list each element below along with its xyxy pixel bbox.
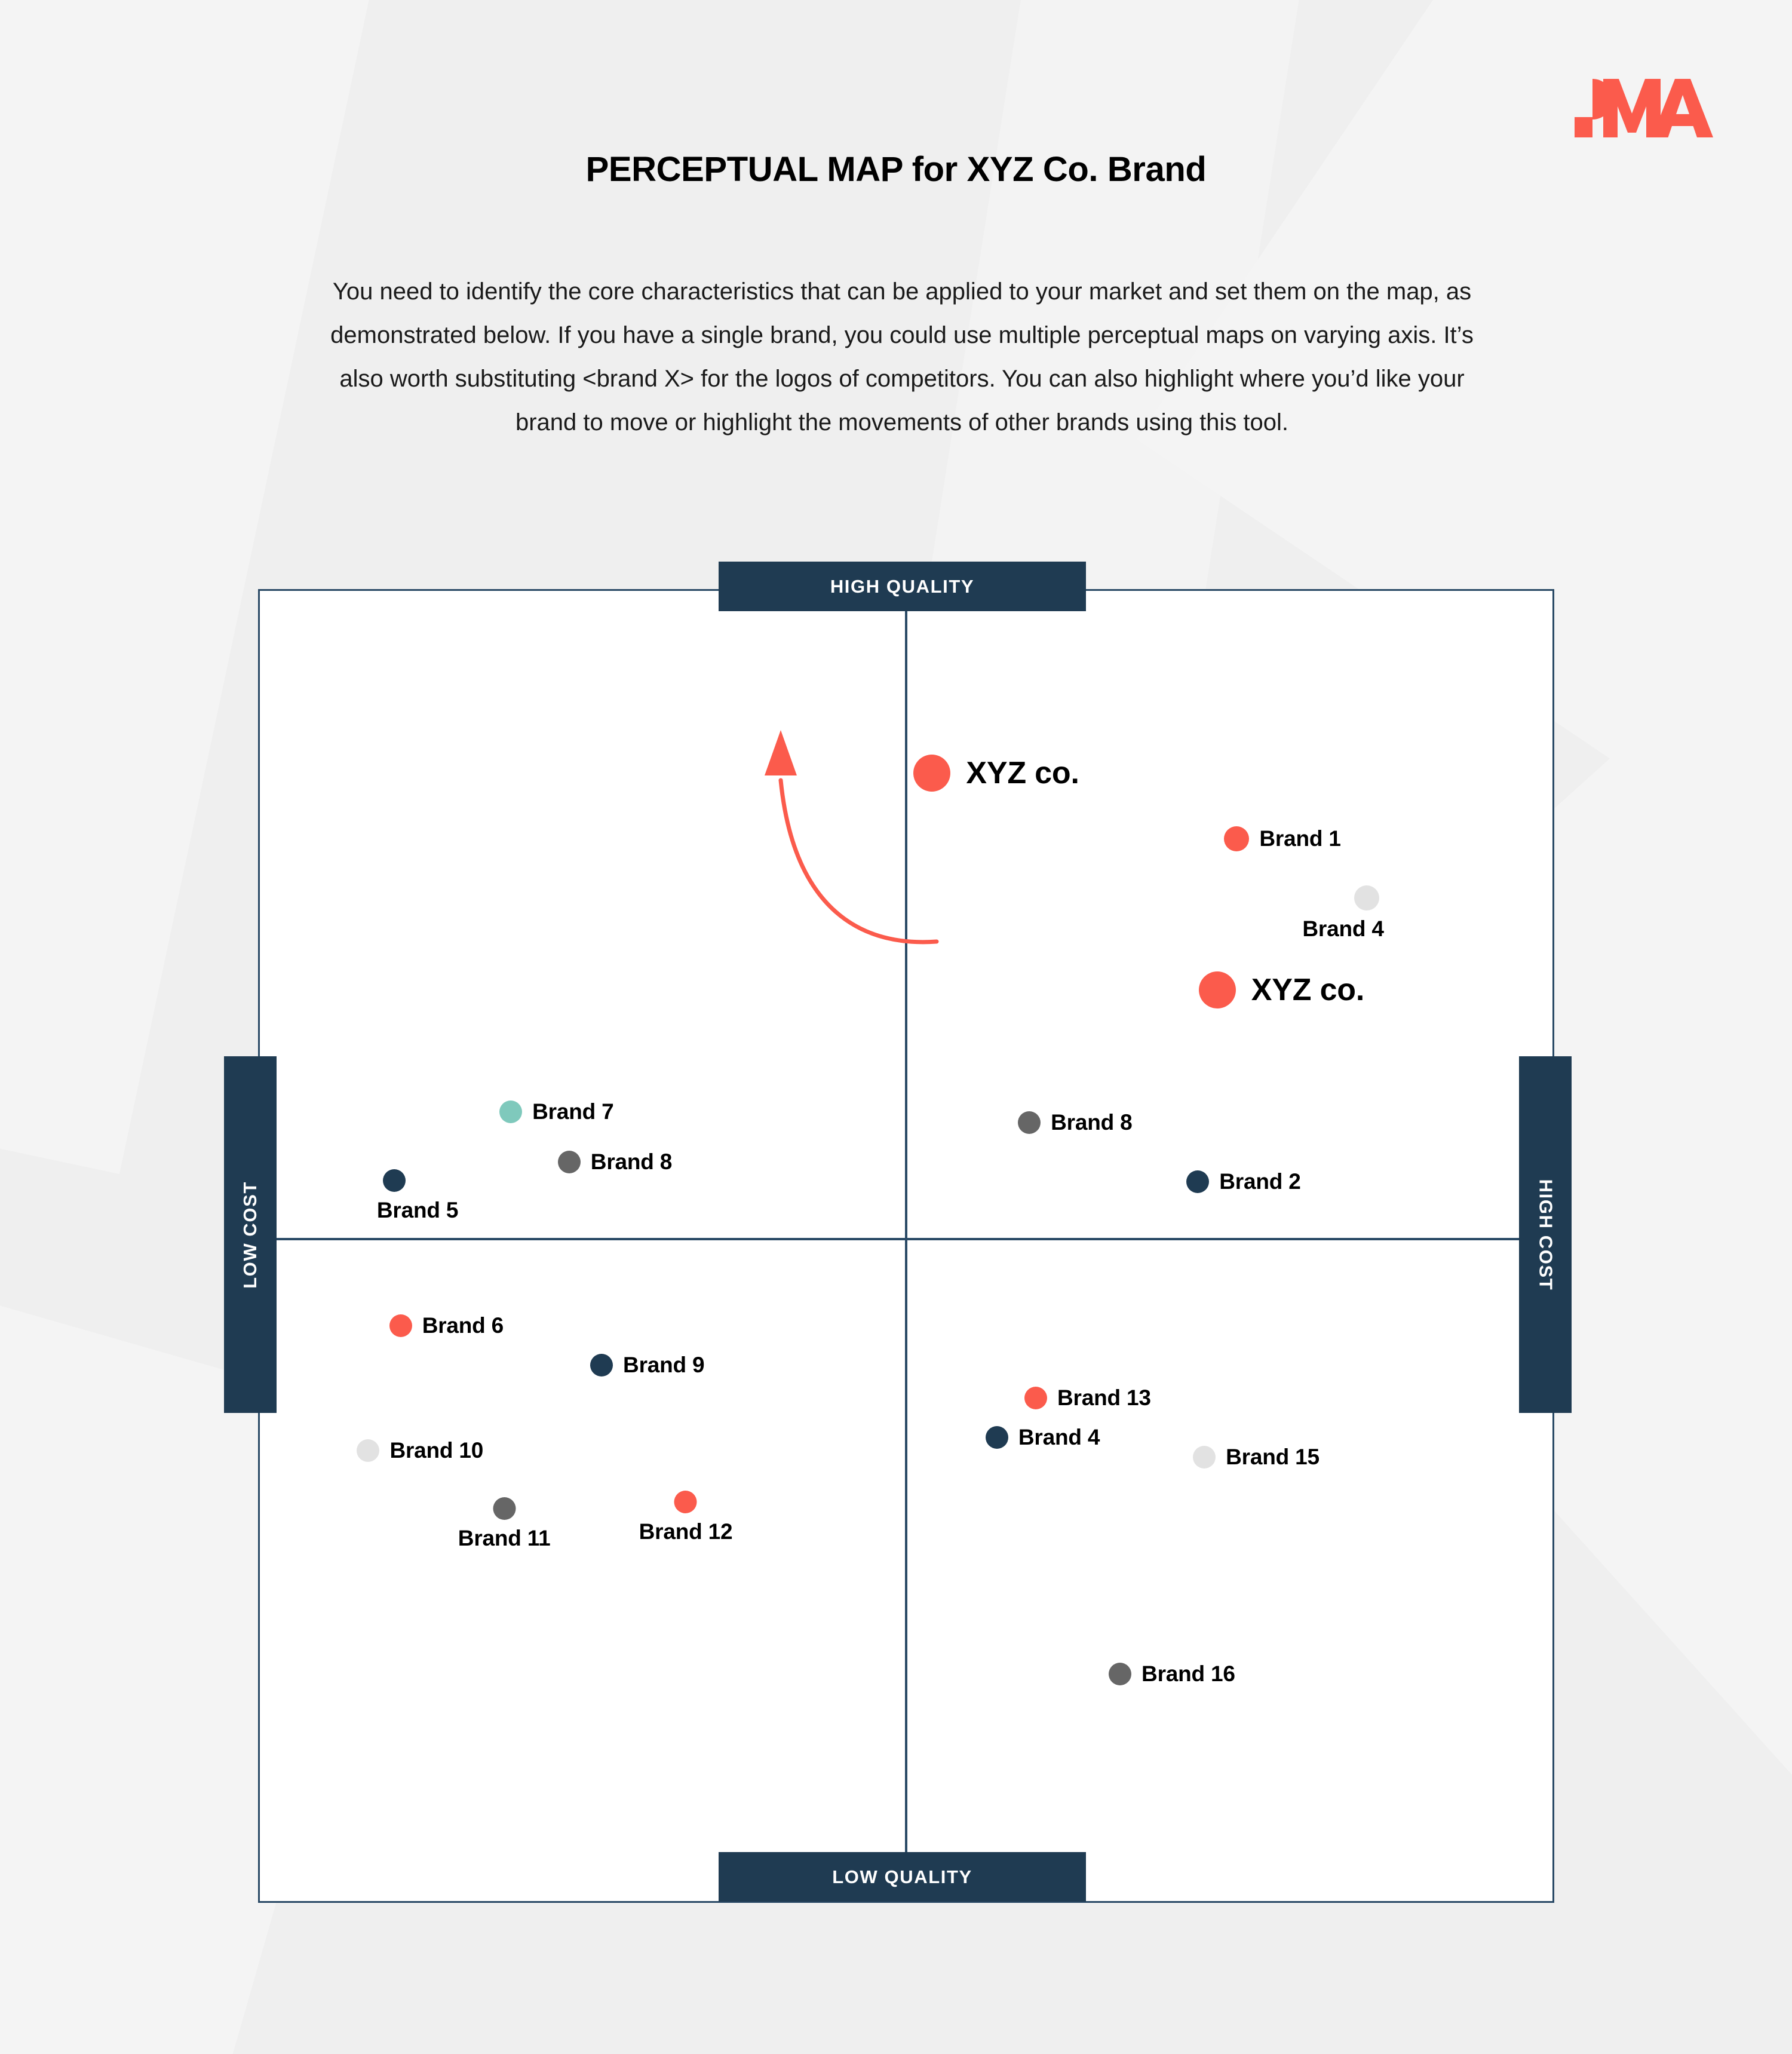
brand-dot-icon — [1224, 826, 1250, 851]
brand-marker-label: Brand 1 — [1259, 826, 1341, 851]
brand-marker[interactable]: Brand 15 — [1193, 1445, 1320, 1470]
brand-marker-label: XYZ co. — [1251, 972, 1365, 1007]
horizontal-axis — [260, 1238, 1552, 1241]
brand-marker[interactable]: Brand 7 — [499, 1099, 614, 1124]
brand-marker-label: XYZ co. — [966, 755, 1079, 790]
brand-dot-icon — [557, 1150, 581, 1173]
pma-logo-icon — [1575, 79, 1713, 137]
axis-label-high-cost: HIGH COST — [1519, 1056, 1572, 1413]
brand-marker-label: Brand 12 — [639, 1519, 733, 1544]
brand-dot-icon — [389, 1314, 412, 1338]
axis-label-high-quality-text: HIGH QUALITY — [830, 575, 975, 597]
brand-dot-icon — [1354, 885, 1379, 910]
axis-label-low-quality-text: LOW QUALITY — [832, 1866, 972, 1887]
brand-dot-icon — [1198, 971, 1236, 1008]
brand-dot-icon — [1109, 1663, 1132, 1686]
brand-dot-icon — [382, 1169, 406, 1192]
brand-marker-label: Brand 10 — [389, 1438, 484, 1463]
brand-marker[interactable]: Brand 5 — [377, 1169, 458, 1223]
brand-marker-label: Brand 4 — [1302, 916, 1384, 941]
brand-marker-label: Brand 4 — [1018, 1425, 1100, 1450]
axis-label-high-cost-text: HIGH COST — [1535, 1179, 1557, 1290]
brand-marker[interactable]: Brand 9 — [590, 1353, 705, 1378]
brand-dot-icon — [1018, 1111, 1041, 1134]
brand-marker[interactable]: Brand 8 — [557, 1149, 673, 1175]
vertical-axis — [905, 591, 907, 1901]
brand-dot-icon — [357, 1439, 380, 1463]
axis-label-low-cost-text: LOW COST — [240, 1181, 260, 1289]
brand-marker-label: Brand 8 — [590, 1149, 673, 1174]
brand-marker-label: Brand 6 — [422, 1313, 504, 1338]
axis-label-high-quality: HIGH QUALITY — [719, 562, 1086, 611]
brand-marker[interactable]: Brand 4 — [1302, 885, 1384, 942]
brand-marker-label: Brand 15 — [1226, 1445, 1320, 1470]
brand-marker[interactable]: XYZ co. — [913, 754, 1079, 792]
axis-label-low-cost: LOW COST — [224, 1056, 277, 1413]
brand-dot-icon — [985, 1426, 1008, 1449]
brand-marker[interactable]: Brand 11 — [458, 1497, 551, 1551]
brand-marker-label: Brand 8 — [1051, 1109, 1133, 1135]
page-title: PERCEPTUAL MAP for XYZ Co. Brand — [585, 150, 1207, 189]
brand-marker-label: Brand 16 — [1142, 1661, 1235, 1687]
brand-marker[interactable]: Brand 8 — [1018, 1109, 1133, 1135]
brand-marker-label: Brand 11 — [458, 1526, 551, 1551]
brand-dot-icon — [590, 1354, 613, 1377]
axis-label-low-quality: LOW QUALITY — [719, 1852, 1086, 1902]
brand-marker-label: Brand 5 — [376, 1197, 459, 1222]
brand-dot-icon — [1193, 1446, 1216, 1469]
brand-dot-icon — [1024, 1387, 1047, 1410]
brand-dot-icon — [674, 1491, 697, 1514]
brand-marker[interactable]: Brand 1 — [1224, 826, 1341, 851]
pma-logo — [1575, 70, 1713, 137]
brand-marker[interactable]: Brand 12 — [639, 1491, 733, 1544]
perceptual-map-page: PERCEPTUAL MAP for XYZ Co. Brand You nee… — [0, 0, 1792, 2054]
brand-marker[interactable]: Brand 16 — [1109, 1661, 1235, 1687]
brand-marker-label: Brand 9 — [623, 1353, 705, 1378]
brand-marker[interactable]: XYZ co. — [1198, 971, 1365, 1008]
brand-marker-label: Brand 2 — [1219, 1169, 1301, 1194]
brand-dot-icon — [499, 1100, 523, 1123]
brand-marker[interactable]: Brand 2 — [1186, 1169, 1301, 1194]
brand-dot-icon — [1186, 1170, 1210, 1193]
brand-marker-label: Brand 13 — [1057, 1385, 1151, 1411]
intro-paragraph: You need to identify the core characteri… — [330, 278, 1474, 436]
brand-marker-label: Brand 7 — [532, 1099, 614, 1124]
perceptual-map-chart — [258, 589, 1554, 1903]
brand-marker[interactable]: Brand 10 — [357, 1438, 483, 1463]
brand-marker[interactable]: Brand 13 — [1024, 1385, 1151, 1411]
brand-dot-icon — [913, 754, 951, 792]
brand-dot-icon — [493, 1497, 516, 1520]
brand-marker[interactable]: Brand 6 — [389, 1313, 504, 1338]
brand-marker[interactable]: Brand 4 — [985, 1425, 1100, 1450]
